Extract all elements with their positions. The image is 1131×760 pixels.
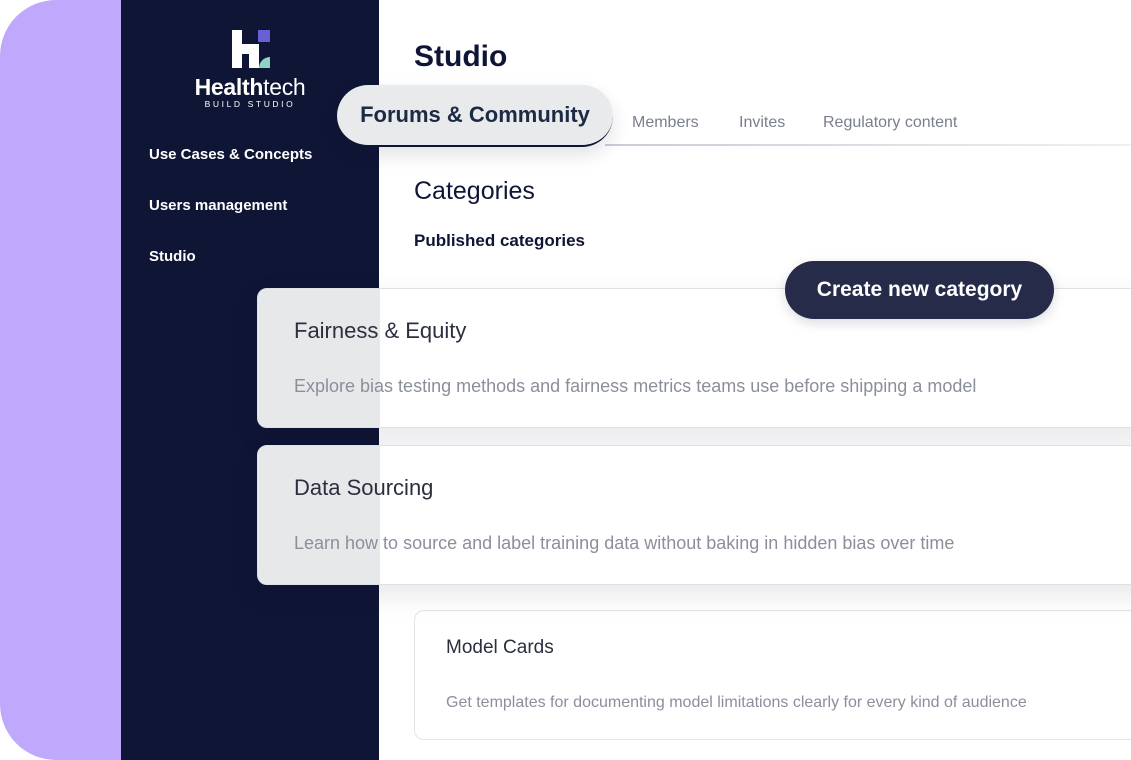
published-categories-heading: Published categories bbox=[414, 231, 585, 250]
category-title: Data Sourcing bbox=[294, 475, 434, 500]
page-title: Studio bbox=[414, 40, 508, 73]
sidebar-item-use-cases[interactable]: Use Cases & Concepts bbox=[149, 146, 312, 163]
tab-members[interactable]: Members bbox=[632, 114, 699, 132]
category-title: Model Cards bbox=[446, 637, 554, 658]
brand-name-bold: Health bbox=[194, 74, 264, 100]
category-card-model-cards[interactable]: Model Cards Get templates for documentin… bbox=[414, 610, 1131, 740]
categories-heading: Categories bbox=[414, 177, 535, 205]
brand-name: Healthtech bbox=[121, 74, 379, 101]
tab-invites[interactable]: Invites bbox=[739, 114, 785, 132]
create-category-button[interactable]: Create new category bbox=[785, 261, 1054, 319]
sidebar-item-users-management[interactable]: Users management bbox=[149, 197, 287, 214]
category-card-data-sourcing[interactable]: Data Sourcing Learn how to source and la… bbox=[257, 445, 1131, 585]
tabs-divider bbox=[605, 144, 1131, 146]
sidebar-item-studio[interactable]: Studio bbox=[149, 248, 196, 265]
healthtech-logo-icon bbox=[232, 30, 270, 68]
category-title: Fairness & Equity bbox=[294, 318, 467, 343]
tab-forums-community[interactable]: Forums & Community bbox=[337, 85, 613, 147]
category-description: Get templates for documenting model limi… bbox=[446, 694, 1027, 711]
category-description: Explore bias testing methods and fairnes… bbox=[294, 376, 977, 396]
category-description: Learn how to source and label training d… bbox=[294, 533, 955, 553]
tab-regulatory-content[interactable]: Regulatory content bbox=[823, 114, 957, 132]
brand-name-regular: tech bbox=[263, 74, 306, 100]
